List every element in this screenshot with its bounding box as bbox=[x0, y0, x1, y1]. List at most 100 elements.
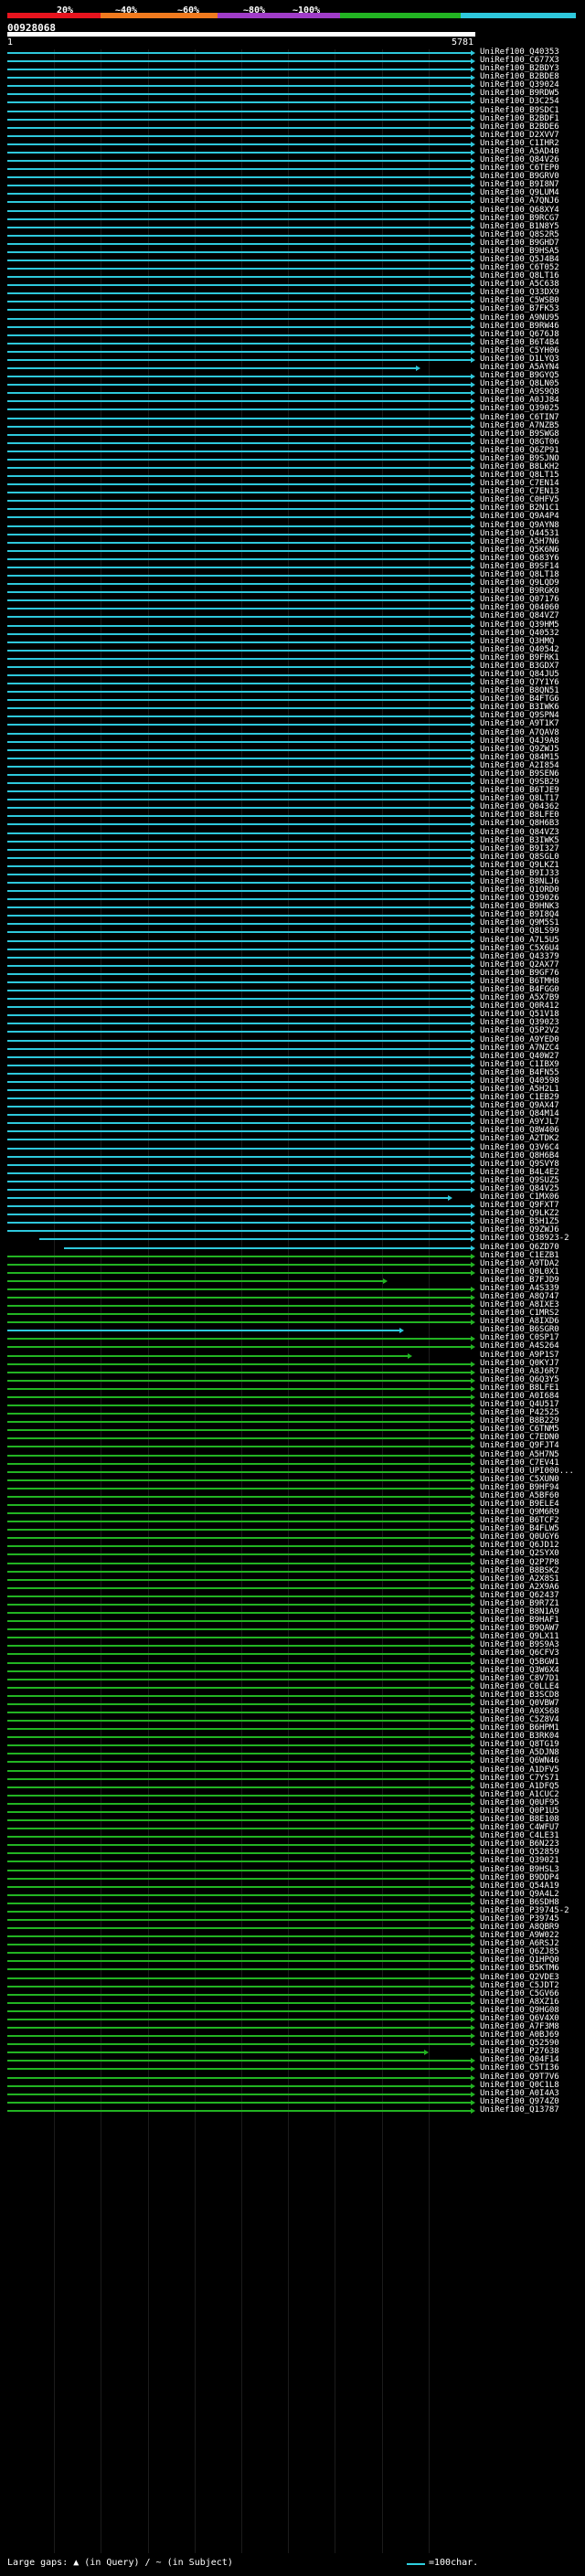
hit-bar[interactable] bbox=[7, 1072, 472, 1075]
hit-bar[interactable] bbox=[7, 185, 472, 187]
hit-bar[interactable] bbox=[7, 1860, 472, 1863]
hit-bar[interactable] bbox=[7, 118, 472, 121]
hit-bar[interactable] bbox=[7, 209, 472, 212]
hit-bar[interactable] bbox=[7, 1802, 472, 1805]
hit-bar[interactable] bbox=[7, 1944, 472, 1946]
hit-bar[interactable] bbox=[7, 956, 472, 959]
hit-bar[interactable] bbox=[7, 1603, 472, 1606]
hit-bar[interactable] bbox=[7, 317, 472, 320]
hit-bar[interactable] bbox=[7, 1844, 472, 1847]
hit-bar[interactable] bbox=[7, 1354, 409, 1357]
hit-bar[interactable] bbox=[7, 748, 472, 751]
hit-bar[interactable] bbox=[7, 1279, 385, 1282]
hit-bar[interactable] bbox=[7, 1537, 472, 1540]
hit-bar[interactable] bbox=[7, 1777, 472, 1780]
hit-bar[interactable] bbox=[7, 1529, 472, 1532]
hit-bar[interactable] bbox=[7, 1288, 472, 1290]
hit-bar[interactable] bbox=[7, 1570, 472, 1573]
hit-bar[interactable] bbox=[7, 1405, 472, 1407]
hit-bar[interactable] bbox=[7, 964, 472, 967]
hit-bar[interactable] bbox=[7, 1263, 472, 1266]
hit-bar[interactable] bbox=[7, 1910, 472, 1913]
hit-bar[interactable] bbox=[7, 1553, 472, 1556]
hit-bar[interactable] bbox=[7, 1089, 472, 1091]
hit-bar[interactable] bbox=[7, 2109, 472, 2112]
hit-bar[interactable] bbox=[7, 1487, 472, 1489]
hit-bar[interactable] bbox=[7, 2027, 472, 2030]
hit-bar[interactable] bbox=[7, 674, 472, 676]
hit-bar[interactable] bbox=[7, 1828, 472, 1830]
hit-bar[interactable] bbox=[7, 110, 472, 112]
hit-bar[interactable] bbox=[7, 2051, 425, 2054]
hit-bar[interactable] bbox=[7, 1620, 472, 1623]
hit-bar[interactable] bbox=[7, 1362, 472, 1365]
hit-bar[interactable] bbox=[7, 376, 472, 378]
hit-bar[interactable] bbox=[7, 998, 472, 1001]
hit-bar[interactable] bbox=[7, 384, 472, 387]
hit-bar[interactable] bbox=[7, 2009, 472, 2012]
hit-bar[interactable] bbox=[7, 1819, 472, 1822]
hit-bar[interactable] bbox=[7, 1686, 472, 1689]
hit-bar[interactable] bbox=[7, 217, 472, 220]
hit-bar[interactable] bbox=[7, 599, 472, 602]
hit-bar[interactable] bbox=[7, 77, 472, 80]
hit-bar[interactable] bbox=[7, 134, 472, 137]
hit-bar[interactable] bbox=[7, 1761, 472, 1764]
hit-bar[interactable] bbox=[7, 1454, 472, 1457]
hit-bar[interactable] bbox=[7, 1395, 472, 1398]
hit-bar[interactable] bbox=[7, 1338, 472, 1341]
hit-bar[interactable] bbox=[7, 1836, 472, 1839]
hit-bar[interactable] bbox=[7, 683, 472, 685]
hit-bar[interactable] bbox=[7, 923, 472, 926]
hit-bar[interactable] bbox=[7, 358, 472, 361]
hit-bar[interactable] bbox=[7, 276, 472, 279]
hit-bar[interactable] bbox=[7, 52, 472, 54]
hit-bar[interactable] bbox=[7, 1637, 472, 1639]
hit-bar[interactable] bbox=[7, 226, 472, 228]
hit-bar[interactable] bbox=[7, 757, 472, 759]
hit-bar[interactable] bbox=[7, 334, 472, 336]
hit-bar[interactable] bbox=[7, 1977, 472, 1979]
hit-bar[interactable] bbox=[7, 1122, 472, 1125]
hit-bar[interactable] bbox=[7, 948, 472, 950]
hit-bar[interactable] bbox=[7, 1702, 472, 1705]
hit-bar[interactable] bbox=[7, 840, 472, 843]
hit-bar[interactable] bbox=[7, 242, 472, 245]
hit-bar[interactable] bbox=[7, 1595, 472, 1597]
hit-bar[interactable] bbox=[7, 1171, 472, 1174]
hit-bar[interactable] bbox=[7, 1106, 472, 1108]
hit-bar[interactable] bbox=[63, 1246, 472, 1249]
hit-bar[interactable] bbox=[7, 1993, 472, 1996]
hit-bar[interactable] bbox=[7, 898, 472, 901]
hit-bar[interactable] bbox=[7, 2043, 472, 2046]
hit-bar[interactable] bbox=[7, 1114, 472, 1117]
hit-bar[interactable] bbox=[7, 1985, 472, 1988]
hit-bar[interactable] bbox=[7, 1462, 472, 1465]
hit-bar[interactable] bbox=[7, 417, 472, 419]
hit-bar[interactable] bbox=[7, 790, 472, 793]
hit-bar[interactable] bbox=[7, 1628, 472, 1631]
hit-bar[interactable] bbox=[7, 483, 472, 486]
hit-bar[interactable] bbox=[7, 799, 472, 801]
hit-bar[interactable] bbox=[7, 1006, 472, 1009]
hit-bar[interactable] bbox=[7, 1869, 472, 1871]
hit-bar[interactable] bbox=[7, 616, 472, 619]
hit-bar[interactable] bbox=[7, 367, 417, 370]
hit-bar[interactable] bbox=[7, 1927, 472, 1930]
hit-bar[interactable] bbox=[7, 193, 472, 196]
hit-bar[interactable] bbox=[7, 1562, 472, 1564]
hit-bar[interactable] bbox=[7, 342, 472, 345]
hit-bar[interactable] bbox=[7, 60, 472, 63]
hit-bar[interactable] bbox=[7, 906, 472, 909]
hit-bar[interactable] bbox=[7, 1163, 472, 1166]
hit-bar[interactable] bbox=[7, 939, 472, 942]
hit-bar[interactable] bbox=[7, 309, 472, 312]
hit-bar[interactable] bbox=[7, 848, 472, 851]
hit-bar[interactable] bbox=[7, 1064, 472, 1066]
hit-bar[interactable] bbox=[7, 782, 472, 785]
hit-bar[interactable] bbox=[7, 1786, 472, 1788]
hit-bar[interactable] bbox=[7, 1893, 472, 1896]
hit-bar[interactable] bbox=[7, 981, 472, 983]
hit-bar[interactable] bbox=[7, 699, 472, 702]
hit-bar[interactable] bbox=[7, 972, 472, 975]
